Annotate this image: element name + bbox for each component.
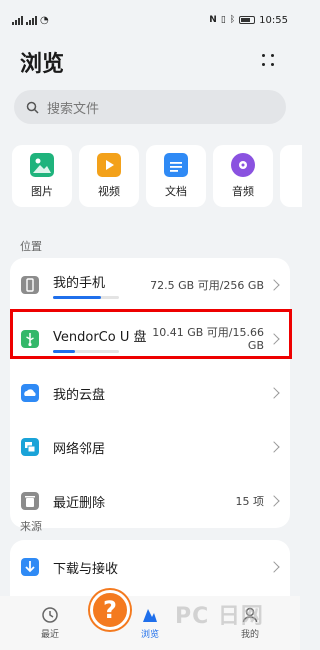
status-signals: ◔ (12, 15, 49, 26)
storage-progress-fill (53, 295, 101, 299)
location-storage-line2: GB (247, 339, 264, 352)
tab-recent[interactable]: 最近 (20, 606, 80, 640)
location-storage: 10.41 GB 可用/15.66 GB (152, 326, 264, 352)
category-images[interactable]: 图片 (12, 145, 72, 207)
category-videos[interactable]: 视频 (79, 145, 139, 207)
category-row: 图片 视频 文档 音频 (12, 145, 302, 207)
location-storage: 72.5 GB 可用/256 GB (150, 278, 264, 292)
page-title: 浏览 (20, 52, 65, 77)
phone-icon (20, 275, 40, 295)
chevron-right-icon (268, 561, 280, 573)
tab-label: 最近 (40, 630, 59, 640)
storage-progress (53, 295, 119, 299)
recent-icon (41, 606, 59, 624)
section-locations-title: 位置 (20, 240, 42, 253)
chevron-right-icon (268, 441, 280, 453)
category-audio[interactable]: 音频 (213, 145, 273, 207)
image-icon (30, 153, 54, 177)
location-storage-line1: 10.41 GB 可用/15.66 (152, 326, 264, 339)
location-my-phone[interactable]: 我的手机 72.5 GB 可用/256 GB (10, 258, 290, 312)
usb-icon (20, 329, 40, 349)
document-icon (164, 153, 188, 177)
storage-progress (53, 349, 119, 353)
source-name: 下载与接收 (53, 561, 119, 577)
search-icon (26, 101, 39, 114)
trash-icon (20, 491, 40, 511)
deleted-count: 15 项 (235, 494, 265, 508)
download-icon (20, 557, 40, 577)
chevron-right-icon (268, 279, 280, 291)
category-label: 文档 (165, 185, 187, 198)
watermark: PC 日网 (175, 604, 264, 629)
location-recently-deleted[interactable]: 最近删除 15 项 (10, 474, 290, 528)
section-sources-title: 来源 (20, 520, 42, 533)
chevron-right-icon (268, 495, 280, 507)
tab-label: 浏览 (140, 630, 159, 640)
network-icon (20, 437, 40, 457)
category-label: 图片 (31, 185, 53, 198)
location-name: 我的云盘 (53, 387, 106, 403)
storage-progress-fill (53, 349, 76, 353)
location-name: 最近删除 (53, 495, 106, 511)
nfc-icon: N (209, 15, 217, 25)
category-more-tile[interactable] (280, 145, 302, 207)
location-network[interactable]: 网络邻居 (10, 420, 290, 474)
search-input[interactable]: 搜索文件 (14, 90, 286, 124)
category-label: 音频 (232, 185, 254, 198)
signal-icon (26, 15, 37, 25)
category-label: 视频 (98, 185, 120, 198)
help-button[interactable]: ? (90, 590, 130, 630)
video-icon (97, 153, 121, 177)
status-right: N ▯ ᛒ 10:55 (209, 15, 288, 26)
location-name: 网络邻居 (53, 441, 106, 457)
status-bar: ◔ N ▯ ᛒ 10:55 (0, 0, 300, 40)
audio-icon (231, 153, 255, 177)
browse-icon (141, 606, 159, 624)
battery-icon (239, 16, 256, 24)
source-downloads[interactable]: 下载与接收 (10, 540, 290, 594)
status-time: 10:55 (259, 14, 288, 26)
more-options-icon[interactable] (260, 52, 276, 68)
locations-card: 我的手机 72.5 GB 可用/256 GB VendorCo U 盘 10.4… (10, 258, 290, 528)
location-cloud-drive[interactable]: 我的云盘 (10, 366, 290, 420)
vibrate-icon: ▯ (220, 15, 226, 25)
search-placeholder: 搜索文件 (47, 101, 100, 117)
wifi-icon: ◔ (40, 14, 49, 26)
location-usb-drive[interactable]: VendorCo U 盘 10.41 GB 可用/15.66 GB (10, 312, 290, 366)
signal-icon (12, 15, 23, 25)
location-name: VendorCo U 盘 (53, 329, 147, 345)
location-name: 我的手机 (53, 275, 106, 291)
chevron-right-icon (268, 387, 280, 399)
category-documents[interactable]: 文档 (146, 145, 206, 207)
cloud-drive-icon (20, 383, 40, 403)
chevron-right-icon (268, 333, 280, 345)
bluetooth-icon: ᛒ (229, 15, 236, 25)
